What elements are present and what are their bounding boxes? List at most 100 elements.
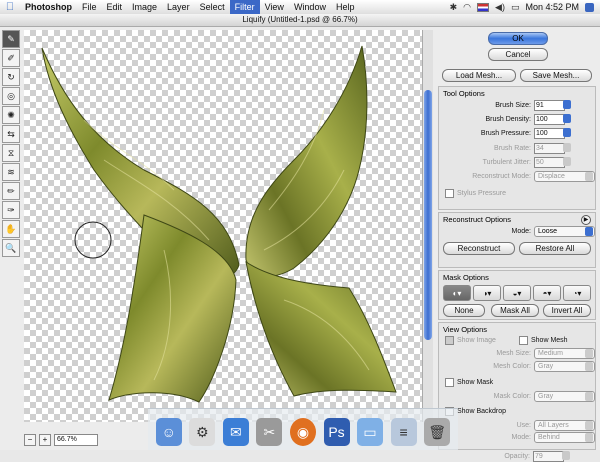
invert-all-button[interactable]: Invert All [543, 304, 591, 317]
stylus-pressure-label: Stylus Pressure [457, 190, 507, 197]
backdrop-mode-label: Mode: [511, 434, 531, 441]
restore-all-button[interactable]: Restore All [519, 242, 591, 255]
brush-size-stepper[interactable] [563, 100, 571, 109]
photoshop-icon[interactable]: Ps [323, 418, 350, 446]
scroll-thumb[interactable] [424, 90, 432, 340]
mask-color-row: Mask Color: Gray [439, 391, 595, 402]
trash-icon[interactable]: 🗑 [424, 418, 451, 446]
invert-selection-icon[interactable]: ◔▾ [563, 285, 591, 301]
menu-filter[interactable]: Filter [229, 0, 260, 14]
thaw-mask-tool-icon[interactable]: ✑ [2, 201, 20, 219]
reconstruct-disclosure-icon[interactable]: ▶ [581, 215, 591, 225]
view-options-title: View Options [443, 325, 488, 334]
input-menu-flag-icon[interactable] [477, 2, 490, 12]
document-icon[interactable]: ≡ [390, 418, 417, 446]
tool-palette: ✎ ✐ ↻ ◎ ✺ ⇆ ⧖ ≋ ✏ ✑ ✋ 🔍 [2, 30, 20, 258]
volume-icon[interactable]: ◀) [495, 2, 505, 13]
show-mesh-checkbox[interactable]: Show Mesh [519, 335, 568, 346]
utility-icon[interactable]: ✂ [256, 418, 283, 446]
tool-options-title: Tool Options [443, 89, 485, 98]
menu-clock[interactable]: Mon 4:52 PM [525, 2, 579, 12]
cancel-button[interactable]: Cancel [488, 48, 548, 61]
add-to-selection-icon[interactable]: ◑▾ [473, 285, 501, 301]
zoom-level-field[interactable]: 66.7% [54, 434, 98, 446]
show-mesh-box[interactable] [519, 336, 528, 345]
firefox-icon[interactable]: ◉ [289, 418, 316, 446]
zoom-out-button[interactable]: − [24, 434, 36, 446]
preview-vertical-scrollbar[interactable] [422, 30, 433, 422]
menu-select[interactable]: Select [195, 0, 230, 14]
twirl-clockwise-tool-icon[interactable]: ↻ [2, 68, 20, 86]
freeze-mask-tool-icon[interactable]: ✏ [2, 182, 20, 200]
wifi-icon[interactable]: ◠ [463, 2, 471, 13]
wings-artwork [41, 45, 397, 403]
show-image-checkbox[interactable]: Show Image [445, 335, 496, 346]
backdrop-opacity-label: Opacity: [504, 453, 530, 460]
mirror-tool-icon[interactable]: ⧖ [2, 144, 20, 162]
battery-icon[interactable]: ▭ [511, 2, 520, 13]
bluetooth-icon[interactable]: ✱ [450, 2, 458, 13]
spotlight-icon[interactable] [585, 2, 594, 12]
show-mask-checkbox[interactable]: Show Mask [445, 377, 493, 388]
brush-density-stepper[interactable] [563, 114, 571, 123]
turbulent-jitter-field: 50 [534, 157, 565, 168]
liquify-preview-canvas[interactable] [24, 30, 422, 422]
turbulence-tool-icon[interactable]: ≋ [2, 163, 20, 181]
ok-button[interactable]: OK [488, 32, 548, 45]
bloat-tool-icon[interactable]: ✺ [2, 106, 20, 124]
mask-all-button[interactable]: Mask All [491, 304, 539, 317]
mask-options-group: Mask Options ◐▾ ◑▾ ◒▾ ◓▾ ◔▾ None Mask Al… [438, 270, 596, 320]
subtract-from-selection-icon[interactable]: ◒▾ [503, 285, 531, 301]
intersect-selection-icon[interactable]: ◓▾ [533, 285, 561, 301]
system-preferences-icon[interactable]: ⚙ [189, 418, 216, 446]
brush-density-row: Brush Density: 100 [439, 114, 595, 125]
reconstruct-mode-row: Reconstruct Mode: Displace [439, 171, 595, 182]
reconstruct-tool-icon[interactable]: ✐ [2, 49, 20, 67]
replace-selection-icon[interactable]: ◐▾ [443, 285, 471, 301]
apple-menu-icon[interactable]:  [0, 1, 20, 13]
brush-size-label: Brush Size: [495, 102, 531, 109]
finder-icon[interactable]: ☺ [155, 418, 182, 446]
menu-window[interactable]: Window [289, 0, 331, 14]
zoom-in-button[interactable]: + [39, 434, 51, 446]
folder-icon[interactable]: ▭ [357, 418, 384, 446]
show-image-box[interactable] [445, 336, 454, 345]
show-mask-box[interactable] [445, 378, 454, 387]
menu-file[interactable]: File [77, 0, 102, 14]
brush-size-field[interactable]: 91 [534, 100, 565, 111]
brush-density-field[interactable]: 100 [534, 114, 565, 125]
mesh-size-label: Mesh Size: [496, 350, 531, 357]
mesh-color-row: Mesh Color: Gray [439, 361, 595, 372]
show-image-label: Show Image [457, 337, 496, 344]
zoom-tool-icon[interactable]: 🔍 [2, 239, 20, 257]
pucker-tool-icon[interactable]: ◎ [2, 87, 20, 105]
menu-edit[interactable]: Edit [102, 0, 128, 14]
load-mesh-button[interactable]: Load Mesh... [442, 69, 516, 82]
push-left-tool-icon[interactable]: ⇆ [2, 125, 20, 143]
brush-pressure-stepper[interactable] [563, 128, 571, 137]
forward-warp-tool-icon[interactable]: ✎ [2, 30, 20, 48]
menu-view[interactable]: View [260, 0, 289, 14]
stylus-pressure-box [445, 189, 454, 198]
menu-image[interactable]: Image [127, 0, 162, 14]
mail-icon[interactable]: ✉ [222, 418, 249, 446]
backdrop-use-select: All Layers [534, 420, 595, 431]
mask-none-button[interactable]: None [443, 304, 485, 317]
menu-layer[interactable]: Layer [162, 0, 195, 14]
options-panel: OK Cancel Load Mesh... Save Mesh... Tool… [436, 30, 598, 462]
mesh-color-label: Mesh Color: [493, 363, 531, 370]
menu-app-photoshop[interactable]: Photoshop [20, 0, 77, 14]
save-mesh-button[interactable]: Save Mesh... [520, 69, 592, 82]
mesh-size-select: Medium [534, 348, 595, 359]
reconstruct-mode-row2: Mode: Loose [439, 226, 595, 237]
reconstruct-mode2-select[interactable]: Loose [534, 226, 595, 237]
menu-bar:  Photoshop File Edit Image Layer Select… [0, 0, 600, 15]
show-backdrop-label: Show Backdrop [457, 408, 507, 415]
hand-tool-icon[interactable]: ✋ [2, 220, 20, 238]
brush-pressure-field[interactable]: 100 [534, 128, 565, 139]
reconstruct-button[interactable]: Reconstruct [443, 242, 515, 255]
brush-rate-stepper [563, 143, 571, 152]
stylus-pressure-checkbox: Stylus Pressure [445, 188, 506, 199]
show-mask-label: Show Mask [457, 379, 494, 386]
menu-help[interactable]: Help [331, 0, 360, 14]
